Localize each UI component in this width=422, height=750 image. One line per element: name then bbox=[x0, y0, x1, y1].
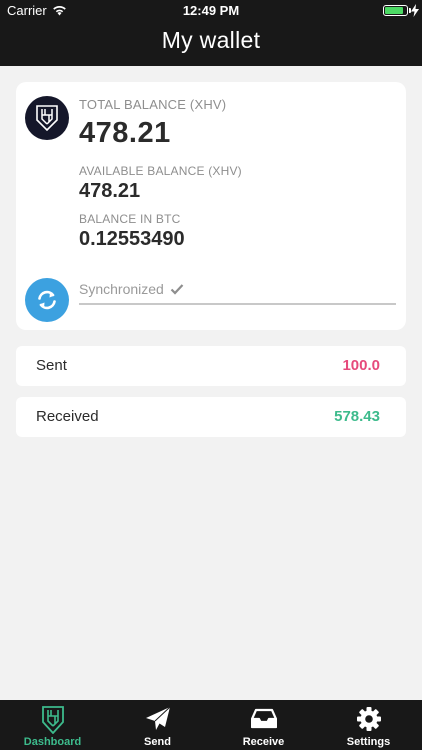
gear-icon bbox=[316, 706, 421, 732]
sent-label: Sent bbox=[36, 357, 67, 374]
battery-icon bbox=[383, 5, 408, 16]
available-balance-value: 478.21 bbox=[79, 180, 141, 202]
sync-divider bbox=[79, 303, 396, 305]
sent-value: 100.0 bbox=[342, 357, 380, 374]
refresh-icon[interactable] bbox=[25, 278, 69, 322]
tab-label: Receive bbox=[242, 736, 285, 748]
haven-logo-icon bbox=[0, 706, 105, 734]
received-value: 578.43 bbox=[334, 408, 380, 425]
inbox-tray-icon bbox=[211, 706, 316, 732]
status-bar: Carrier 12:49 PM bbox=[0, 0, 422, 22]
sync-status: Synchronized bbox=[79, 281, 164, 297]
tab-receive[interactable]: Receive bbox=[211, 700, 316, 750]
total-balance-label: TOTAL BALANCE (XHV) bbox=[79, 97, 227, 112]
sent-row[interactable]: Sent 100.0 bbox=[16, 346, 406, 386]
app-header: Carrier 12:49 PM My wallet bbox=[0, 0, 422, 66]
battery-level bbox=[385, 7, 403, 14]
haven-logo-icon bbox=[25, 96, 69, 140]
total-balance-value: 478.21 bbox=[79, 117, 171, 149]
tab-dashboard[interactable]: Dashboard bbox=[0, 700, 105, 750]
tab-label: Settings bbox=[346, 736, 391, 748]
tab-settings[interactable]: Settings bbox=[316, 700, 421, 750]
tab-send[interactable]: Send bbox=[105, 700, 210, 750]
page-title: My wallet bbox=[161, 27, 261, 53]
balance-card: TOTAL BALANCE (XHV) 478.21 AVAILABLE BAL… bbox=[16, 82, 406, 330]
tab-label: Dashboard bbox=[23, 736, 82, 748]
received-row[interactable]: Received 578.43 bbox=[16, 397, 406, 437]
charging-bolt-icon bbox=[411, 4, 419, 17]
checkmark-icon bbox=[170, 284, 184, 295]
paper-plane-icon bbox=[105, 706, 210, 732]
available-balance-label: AVAILABLE BALANCE (XHV) bbox=[79, 164, 242, 178]
btc-balance-value: 0.12553490 bbox=[79, 228, 185, 250]
tab-label: Send bbox=[144, 736, 171, 748]
status-time: 12:49 PM bbox=[182, 3, 240, 18]
received-label: Received bbox=[36, 408, 99, 425]
tab-bar: Dashboard Send Receive Settings bbox=[0, 700, 422, 750]
btc-balance-label: BALANCE IN BTC bbox=[79, 212, 181, 226]
